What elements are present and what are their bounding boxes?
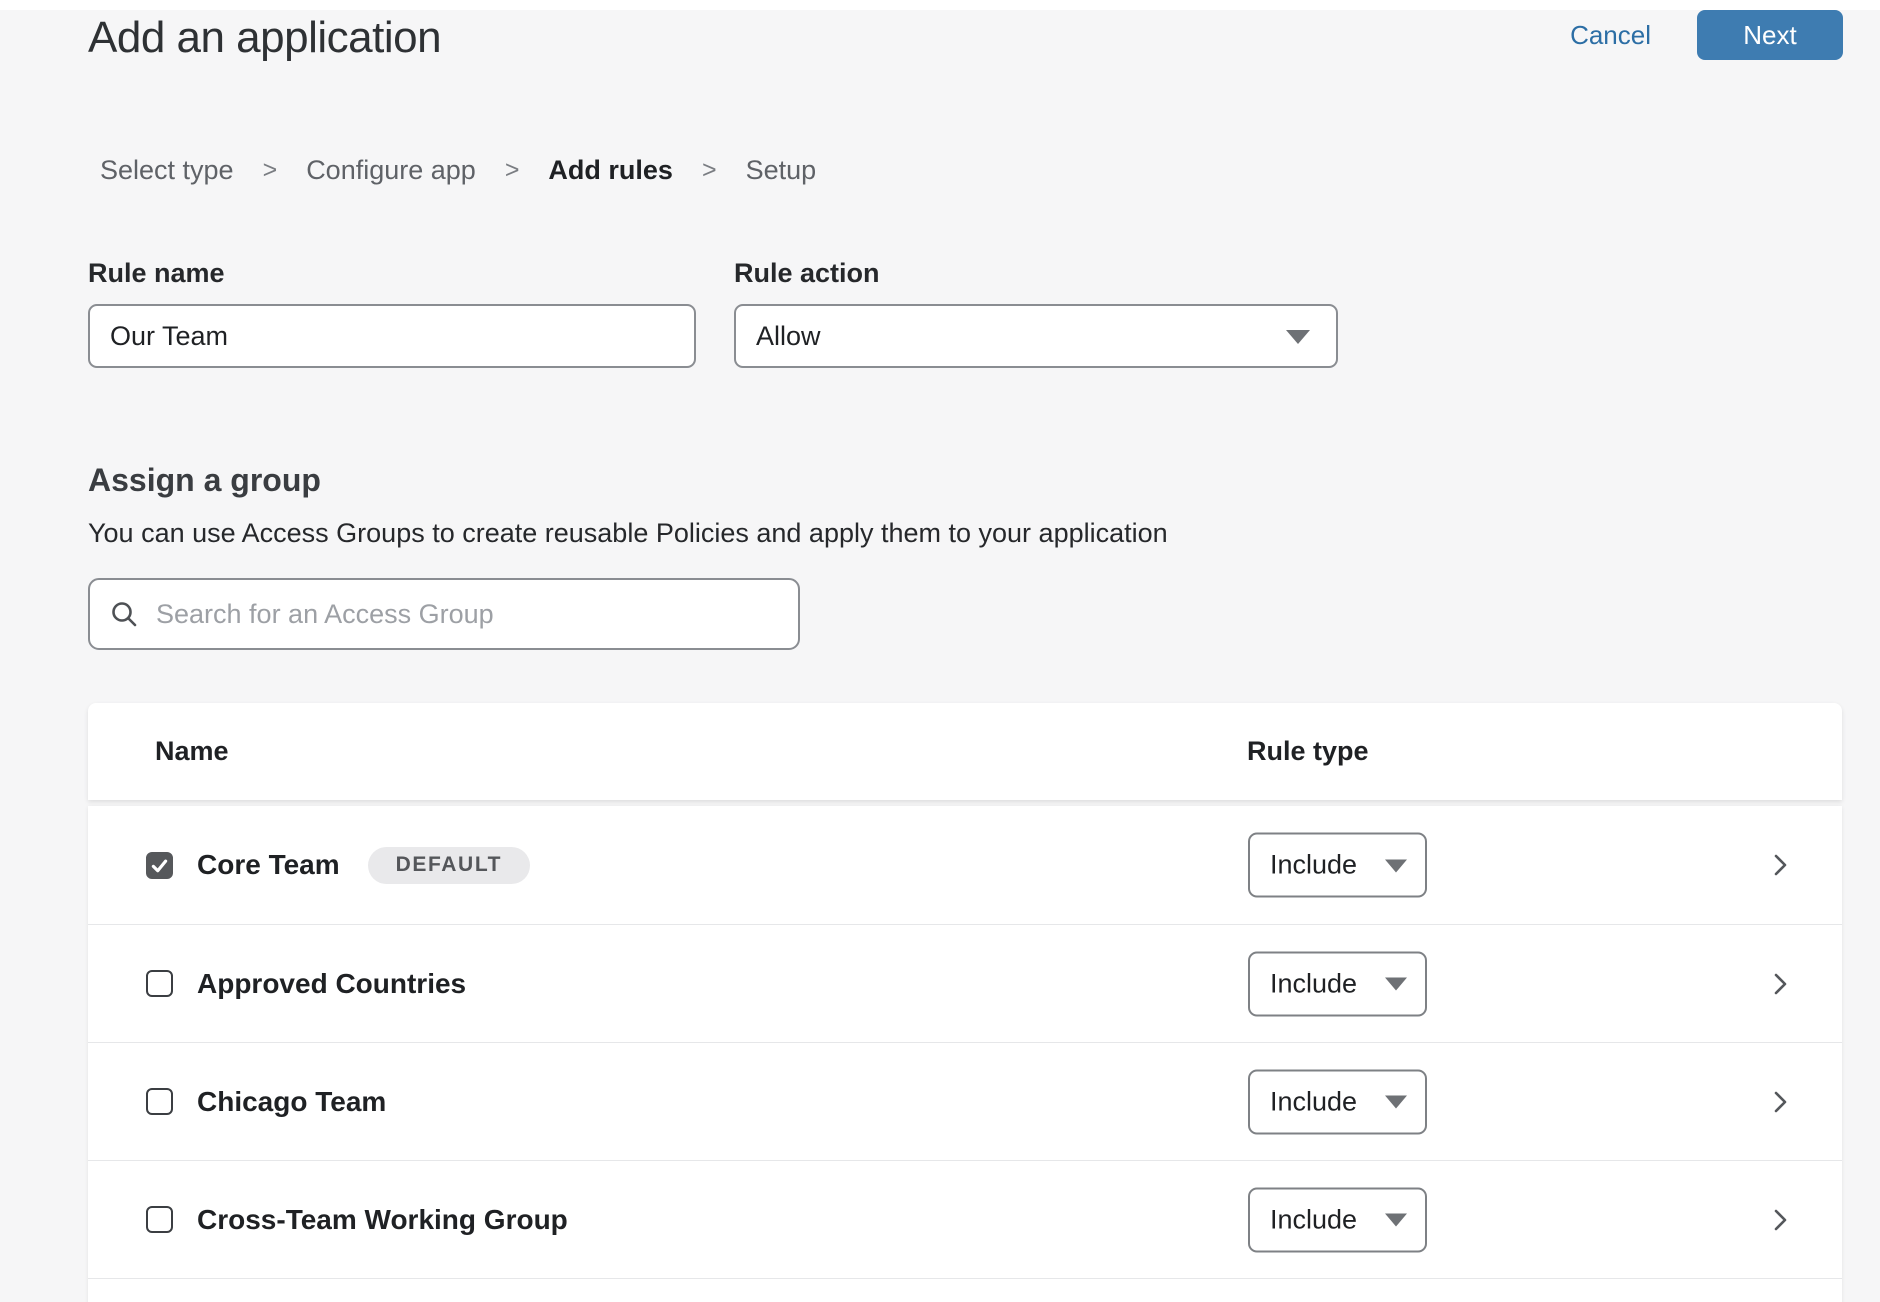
table-row: Chicago Team Include	[88, 1042, 1842, 1160]
access-group-search	[88, 578, 800, 650]
rule-name-field-group: Rule name	[88, 257, 696, 368]
access-groups-table: Name Rule type Core Team DEFAULT Include…	[88, 703, 1842, 1302]
assign-group-description: You can use Access Groups to create reus…	[88, 516, 1880, 550]
check-icon	[149, 855, 170, 876]
group-name: Core Team	[197, 849, 340, 881]
rule-type-select[interactable]: Include	[1248, 1069, 1427, 1134]
breadcrumb-separator: >	[702, 154, 717, 187]
row-checkbox[interactable]	[146, 970, 173, 997]
rule-type-value: Include	[1270, 1086, 1357, 1117]
page-header: Add an application Cancel Next	[0, 10, 1880, 66]
table-body: Core Team DEFAULT Include Approved Count…	[88, 806, 1842, 1302]
breadcrumb-separator: >	[505, 154, 520, 187]
add-application-page: Add an application Cancel Next Select ty…	[0, 0, 1880, 1302]
table-row-partial	[88, 1278, 1842, 1302]
column-header-name: Name	[155, 736, 229, 767]
rule-form: Rule name Rule action Allow	[88, 257, 1880, 368]
caret-down-icon	[1385, 859, 1407, 872]
breadcrumb-item-setup[interactable]: Setup	[746, 154, 817, 187]
assign-group-heading: Assign a group	[88, 460, 1880, 500]
rule-action-select[interactable]: Allow	[734, 304, 1338, 368]
table-header: Name Rule type	[88, 703, 1842, 800]
search-icon	[110, 600, 138, 628]
caret-down-icon	[1385, 1214, 1407, 1227]
column-header-rule-type: Rule type	[1247, 736, 1369, 767]
table-row: Approved Countries Include	[88, 924, 1842, 1042]
caret-down-icon	[1385, 978, 1407, 991]
header-actions: Cancel Next	[1570, 10, 1843, 60]
breadcrumb-separator: >	[263, 154, 278, 187]
caret-down-icon	[1385, 1096, 1407, 1109]
group-name: Cross-Team Working Group	[197, 1204, 568, 1236]
top-strip	[0, 0, 1880, 10]
rule-type-select[interactable]: Include	[1248, 833, 1427, 898]
rule-type-value: Include	[1270, 968, 1357, 999]
page-title: Add an application	[88, 10, 441, 66]
breadcrumb-item-add-rules[interactable]: Add rules	[548, 154, 673, 187]
group-name: Chicago Team	[197, 1086, 386, 1118]
search-input[interactable]	[88, 578, 800, 650]
rule-type-value: Include	[1270, 850, 1357, 881]
group-name: Approved Countries	[197, 968, 466, 1000]
row-checkbox[interactable]	[146, 1206, 173, 1233]
cancel-button[interactable]: Cancel	[1570, 10, 1651, 60]
rule-name-label: Rule name	[88, 257, 696, 290]
table-row: Core Team DEFAULT Include	[88, 806, 1842, 924]
caret-down-icon	[1286, 330, 1310, 344]
breadcrumb-item-select-type[interactable]: Select type	[100, 154, 234, 187]
rule-action-field-group: Rule action Allow	[734, 257, 1338, 368]
chevron-right-icon[interactable]	[1766, 970, 1794, 998]
chevron-right-icon[interactable]	[1766, 851, 1794, 879]
rule-action-value: Allow	[756, 321, 821, 352]
row-checkbox[interactable]	[146, 852, 173, 879]
rule-type-select[interactable]: Include	[1248, 1187, 1427, 1252]
chevron-right-icon[interactable]	[1766, 1206, 1794, 1234]
rule-type-value: Include	[1270, 1204, 1357, 1235]
table-row: Cross-Team Working Group Include	[88, 1160, 1842, 1278]
default-badge: DEFAULT	[368, 847, 530, 884]
rule-type-select[interactable]: Include	[1248, 951, 1427, 1016]
breadcrumb: Select type > Configure app > Add rules > Setu…	[100, 154, 1880, 187]
row-checkbox[interactable]	[146, 1088, 173, 1115]
rule-action-label: Rule action	[734, 257, 1338, 290]
breadcrumb-item-configure-app[interactable]: Configure app	[306, 154, 476, 187]
next-button[interactable]: Next	[1697, 10, 1843, 60]
rule-name-input[interactable]	[88, 304, 696, 368]
chevron-right-icon[interactable]	[1766, 1088, 1794, 1116]
